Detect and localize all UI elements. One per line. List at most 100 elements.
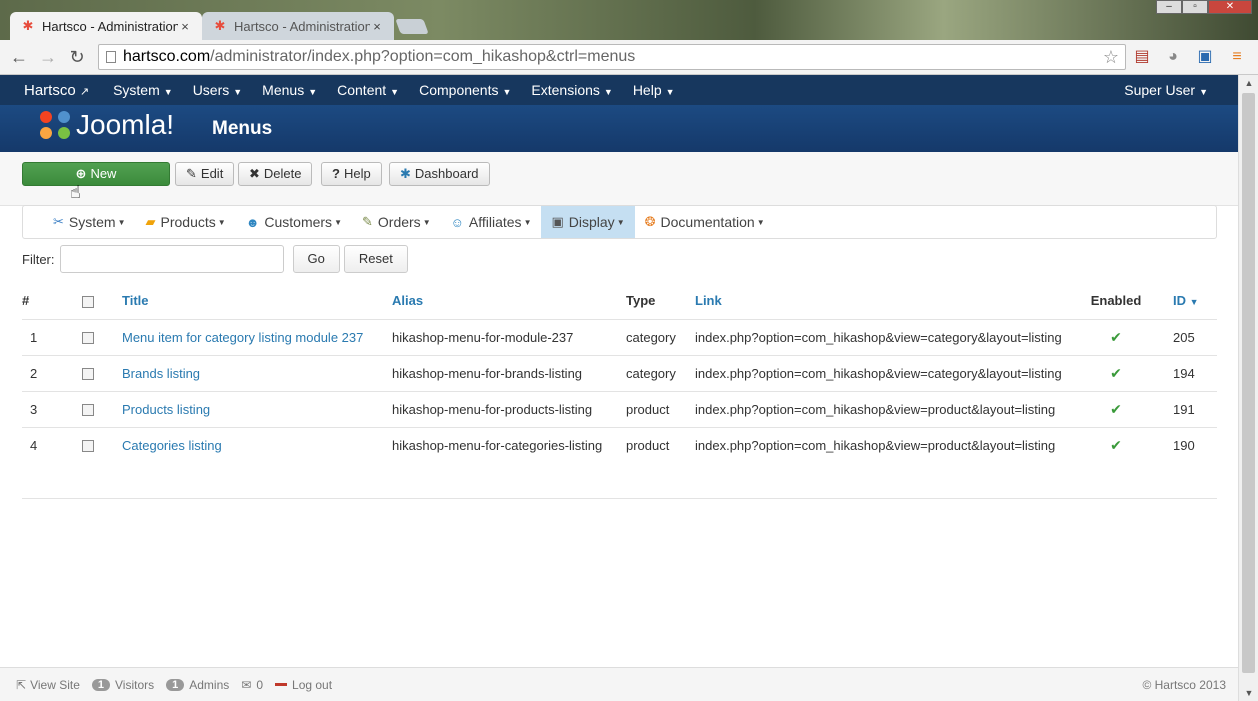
close-window-icon[interactable]: ✕ [1208,0,1252,14]
minimize-icon[interactable]: – [1156,0,1182,14]
col-link[interactable]: Link [695,283,1075,319]
forward-icon[interactable]: → [37,46,59,68]
sort-id-link[interactable]: ID ▼ [1173,293,1199,308]
col-title[interactable]: Title [122,283,392,319]
hika-menu-products[interactable]: ▰ Products ▼ [136,206,236,238]
row-checkbox[interactable] [82,440,94,453]
view-site-link[interactable]: ⇱ View Site [16,678,80,692]
nav-system[interactable]: System ▼ [113,82,173,98]
caret-down-icon: ▼ [1199,87,1208,97]
nav-content[interactable]: Content ▼ [337,82,399,98]
visitors-badge: 1 [91,678,110,691]
enabled-check-icon[interactable]: ✔ [1110,329,1122,345]
id-label: ID [1173,293,1186,309]
delete-icon: ✖ [249,166,260,181]
hika-menu-affiliates[interactable]: ☺ Affiliates ▼ [441,206,542,238]
hika-menu-system[interactable]: ✂ System ▼ [43,206,136,238]
site-name-link[interactable]: Hartsco ↗ [24,82,89,99]
reload-icon[interactable]: ↻ [66,46,88,68]
wrench-icon: ✂ [53,214,64,229]
nav-components[interactable]: Components ▼ [419,82,511,98]
select-all-checkbox[interactable] [82,295,94,308]
nav-label: Help [632,82,662,98]
edit-button[interactable]: ✎ Edit [175,162,235,186]
scroll-down-icon[interactable]: ▼ [1239,688,1258,698]
sort-title-link[interactable]: Title [122,293,149,308]
table-row: 4 Categories listing hikashop-menu-for-c… [22,426,1217,463]
go-button[interactable]: Go [292,245,340,273]
table-row: 1 Menu item for category listing module … [22,318,1217,355]
enabled-check-icon[interactable]: ✔ [1110,437,1122,453]
col-check [66,283,122,319]
logout-link[interactable]: Log out [275,678,332,692]
documentation-icon: ❂ [644,214,656,229]
row-checkbox[interactable] [82,404,94,417]
nav-users[interactable]: Users ▼ [193,82,242,98]
extension-icon[interactable]: ▤ [1132,47,1152,67]
title-link[interactable]: Categories listing [122,438,222,453]
hika-menu-orders[interactable]: ✎ Orders ▼ [352,206,441,238]
display-icon: ▣ [551,214,564,229]
nav-label: Extensions [531,82,600,98]
page-scrollbar[interactable]: ▲ ▼ [1238,75,1258,701]
screenshot-icon[interactable]: ▣ [1195,47,1215,67]
sort-link-link[interactable]: Link [695,293,722,308]
row-id: 194 [1157,354,1217,391]
new-tab-button[interactable] [395,19,429,34]
title-link[interactable]: Brands listing [122,366,200,381]
dashboard-button[interactable]: ✱ Dashboard [389,162,490,186]
tab-strip: ✱ Hartsco - Administration × ✱ Hartsco -… [0,0,1258,40]
tab-administration-active[interactable]: ✱ Hartsco - Administration × [10,12,202,40]
enabled-check-icon[interactable]: ✔ [1110,365,1122,381]
bookmark-star-icon[interactable]: ☆ [1103,45,1119,69]
table-footer-divider [22,498,1217,499]
messages-status[interactable]: ✉ 0 [241,678,263,692]
hika-menu-documentation[interactable]: ❂ Documentation ▼ [635,206,775,238]
row-alias: hikashop-menu-for-module-237 [392,318,626,355]
menu-label: System [68,214,116,230]
filter-input[interactable] [59,245,284,273]
help-button[interactable]: ? Help [321,162,382,186]
row-checkbox[interactable] [82,368,94,381]
scroll-up-icon[interactable]: ▲ [1239,78,1258,88]
nav-menus[interactable]: Menus ▼ [262,82,317,98]
tab-title: Hartsco - Administration [234,18,370,34]
title-link[interactable]: Menu item for category listing module 23… [122,330,363,345]
copyright: © Hartsco 2013 [1142,678,1226,692]
menu-icon[interactable]: ≡ [1227,47,1247,67]
reset-button[interactable]: Reset [343,245,408,273]
row-type: product [626,426,695,463]
delete-button[interactable]: ✖ Delete [238,162,313,186]
tab-close-icon[interactable]: × [178,19,192,34]
nav-help[interactable]: Help ▼ [633,82,675,98]
sort-alias-link[interactable]: Alias [392,293,423,308]
nav-label: Content [337,82,387,98]
hika-menu-customers[interactable]: ☻ Customers ▼ [236,206,352,238]
row-enabled: ✔ [1075,426,1157,463]
menu-label: Orders [377,214,421,230]
new-button[interactable]: ⊕ New [22,162,170,186]
address-bar[interactable]: hartsco.com/administrator/index.php?opti… [98,44,1126,70]
browser-toolbar: ← → ↻ hartsco.com/administrator/index.ph… [0,40,1258,75]
user-menu[interactable]: Super User ▼ [1124,82,1208,98]
row-checkbox[interactable] [82,332,94,345]
affiliates-icon: ☺ [450,214,464,230]
tab-administration-2[interactable]: ✱ Hartsco - Administration × [202,12,394,40]
back-icon[interactable]: ← [8,46,30,68]
col-id[interactable]: ID ▼ [1157,283,1217,319]
nav-extensions[interactable]: Extensions ▼ [531,82,612,98]
maximize-icon[interactable]: ▫ [1182,0,1208,14]
caret-down-icon: ▼ [233,87,243,97]
row-id: 191 [1157,390,1217,427]
scrollbar-thumb[interactable] [1242,93,1255,673]
caret-down-icon: ▼ [502,87,512,97]
extension-ghost-icon[interactable]: ◕ [1163,47,1183,67]
menu-label: Affiliates [468,214,522,230]
admin-page: Hartsco ↗ System ▼ Users ▼ Menus ▼ Content ▼… [0,75,1238,701]
hika-menu-display[interactable]: ▣ Display ▼ [541,206,635,238]
title-link[interactable]: Products listing [122,402,210,417]
enabled-check-icon[interactable]: ✔ [1110,401,1122,417]
tab-close-icon[interactable]: × [370,19,384,34]
col-alias[interactable]: Alias [392,283,626,319]
col-num: # [22,293,30,309]
